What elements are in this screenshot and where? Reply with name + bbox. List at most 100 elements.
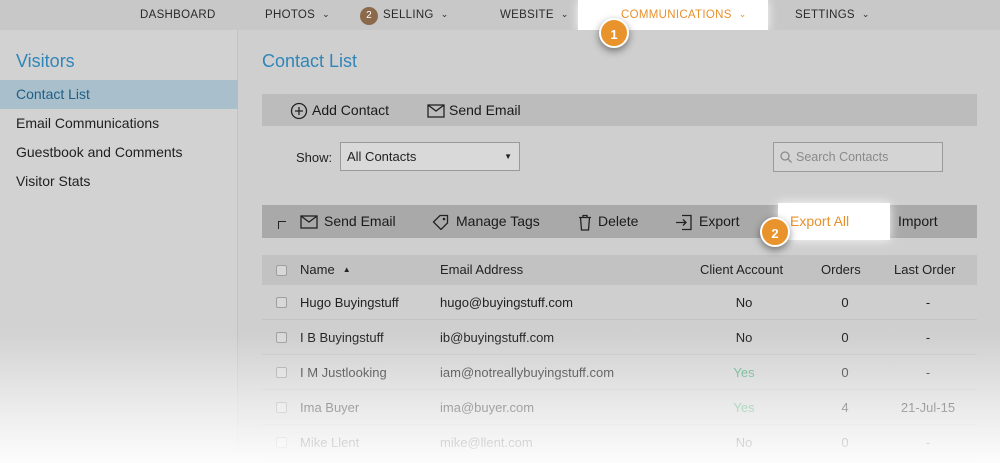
table-row[interactable]: Ima Buyer ima@buyer.com Yes 4 21-Jul-15 (262, 390, 977, 425)
table-header-row: Name ▲ Email Address Client Account Order… (262, 255, 977, 285)
export-button[interactable]: Export (675, 205, 739, 238)
row-checkbox[interactable] (276, 437, 287, 448)
delete-button[interactable]: Delete (578, 205, 638, 238)
action-bar: Send Email Manage Tags Delete Export Exp… (262, 203, 977, 240)
sidebar-title: Visitors (16, 51, 75, 71)
orders-value: 4 (841, 400, 849, 415)
contact-name: I M Justlooking (300, 365, 387, 380)
nav-settings[interactable]: SETTINGS ⌄ (795, 0, 870, 30)
last-order-value: - (925, 365, 931, 380)
orders-value: 0 (841, 365, 849, 380)
client-account-value: Yes (733, 400, 755, 415)
export-all-label: Export All (790, 213, 850, 229)
selling-count-badge: 2 (360, 7, 378, 25)
table-row[interactable]: I B Buyingstuff ib@buyingstuff.com No 0 … (262, 320, 977, 355)
nav-website[interactable]: WEBSITE ⌄ (500, 0, 569, 30)
sidebar-item-contact-list[interactable]: Contact List (0, 80, 238, 109)
table-row[interactable]: Hugo Buyingstuff hugo@buyingstuff.com No… (262, 285, 977, 320)
show-filter-select[interactable]: All Contacts ▼ (340, 142, 520, 171)
last-order-value: - (925, 330, 931, 345)
search-input[interactable]: Search Contacts (773, 142, 943, 172)
contact-toolbar: Add Contact Send Email (262, 94, 977, 126)
send-email-top-label: Send Email (449, 102, 521, 118)
column-header-last-order[interactable]: Last Order (894, 255, 955, 285)
tag-icon (432, 215, 449, 231)
manage-tags-button[interactable]: Manage Tags (432, 205, 540, 238)
export-all-button[interactable]: Export All (790, 205, 849, 238)
main-content: Contact List Add Contact Send Email Show… (238, 30, 1000, 463)
step-badge-1: 1 (599, 18, 629, 48)
contact-email: ib@buyingstuff.com (440, 330, 555, 345)
last-order-value: - (925, 435, 931, 450)
chevron-down-icon: ⌄ (440, 9, 449, 19)
contact-name: I B Buyingstuff (300, 330, 384, 345)
send-email-top-button[interactable]: Send Email (427, 94, 521, 126)
search-icon (780, 151, 792, 163)
nav-communications-label: COMMUNICATIONS (621, 9, 732, 21)
column-header-name[interactable]: Name ▲ (300, 255, 351, 287)
column-header-orders[interactable]: Orders (821, 255, 861, 285)
export-label: Export (699, 213, 740, 229)
page-title: Contact List (262, 51, 358, 71)
caret-down-icon: ▼ (504, 152, 512, 161)
nav-photos[interactable]: PHOTOS ⌄ (265, 0, 330, 30)
client-account-value: No (735, 295, 753, 310)
name-header-label: Name (300, 262, 335, 277)
last-order-value: - (925, 295, 931, 310)
select-all-corner-icon[interactable] (278, 221, 286, 229)
table-row[interactable]: I M Justlooking iam@notreallybuyingstuff… (262, 355, 977, 390)
client-account-value: No (735, 435, 753, 450)
import-button[interactable]: Import (898, 205, 938, 238)
sidebar: Visitors Contact List Email Communicatio… (0, 30, 238, 463)
chevron-down-icon: ⌄ (560, 9, 569, 19)
row-checkbox[interactable] (276, 297, 287, 308)
client-account-value: No (735, 330, 753, 345)
contact-name: Ima Buyer (300, 400, 360, 415)
show-filter-label: Show: (296, 150, 333, 165)
manage-tags-label: Manage Tags (456, 213, 540, 229)
row-checkbox[interactable] (276, 402, 287, 413)
nav-communications[interactable]: COMMUNICATIONS ⌄ (621, 0, 747, 30)
contact-email: hugo@buyingstuff.com (440, 295, 573, 310)
sidebar-item-guestbook[interactable]: Guestbook and Comments (0, 138, 238, 167)
nav-photos-label: PHOTOS (265, 9, 316, 21)
nav-website-label: WEBSITE (500, 9, 554, 21)
envelope-icon (300, 215, 318, 229)
nav-dashboard-label: DASHBOARD (140, 9, 216, 21)
row-checkbox[interactable] (276, 332, 287, 343)
orders-value: 0 (841, 435, 849, 450)
nav-selling[interactable]: 2 SELLING ⌄ (360, 0, 449, 30)
contact-name: Hugo Buyingstuff (300, 295, 399, 310)
table-row[interactable]: Mike Llent mike@llent.com No 0 - (262, 425, 977, 460)
add-contact-label: Add Contact (312, 102, 390, 118)
contacts-table: Name ▲ Email Address Client Account Order… (262, 255, 977, 460)
step-badge-2: 2 (760, 217, 790, 247)
nav-settings-label: SETTINGS (795, 9, 855, 21)
top-nav: DASHBOARD PHOTOS ⌄ 2 SELLING ⌄ WEBSITE ⌄ COM… (0, 0, 1000, 31)
sidebar-item-email-communications[interactable]: Email Communications (0, 109, 238, 138)
envelope-icon (427, 104, 445, 118)
last-order-value: 21-Jul-15 (900, 400, 956, 415)
nav-dashboard[interactable]: DASHBOARD (140, 0, 216, 30)
column-header-client-account[interactable]: Client Account (700, 255, 783, 285)
sidebar-item-visitor-stats[interactable]: Visitor Stats (0, 167, 238, 196)
contact-email: iam@notreallybuyingstuff.com (440, 365, 615, 380)
plus-circle-icon (290, 103, 308, 120)
show-filter-value: All Contacts (347, 149, 417, 164)
contact-name: Mike Llent (300, 435, 360, 450)
select-all-checkbox[interactable] (276, 265, 287, 276)
add-contact-button[interactable]: Add Contact (290, 94, 389, 126)
contact-email: mike@llent.com (440, 435, 533, 450)
chevron-down-icon: ⌄ (322, 9, 330, 19)
chevron-down-icon: ⌄ (738, 9, 747, 19)
export-icon (676, 214, 692, 230)
sort-up-icon: ▲ (342, 265, 351, 274)
row-checkbox[interactable] (276, 367, 287, 378)
send-email-label: Send Email (324, 213, 396, 229)
nav-selling-label: SELLING (383, 9, 434, 21)
orders-value: 0 (841, 295, 849, 310)
column-header-email[interactable]: Email Address (440, 255, 523, 285)
contact-email: ima@buyer.com (440, 400, 535, 415)
send-email-button[interactable]: Send Email (300, 205, 396, 238)
import-label: Import (898, 213, 938, 229)
